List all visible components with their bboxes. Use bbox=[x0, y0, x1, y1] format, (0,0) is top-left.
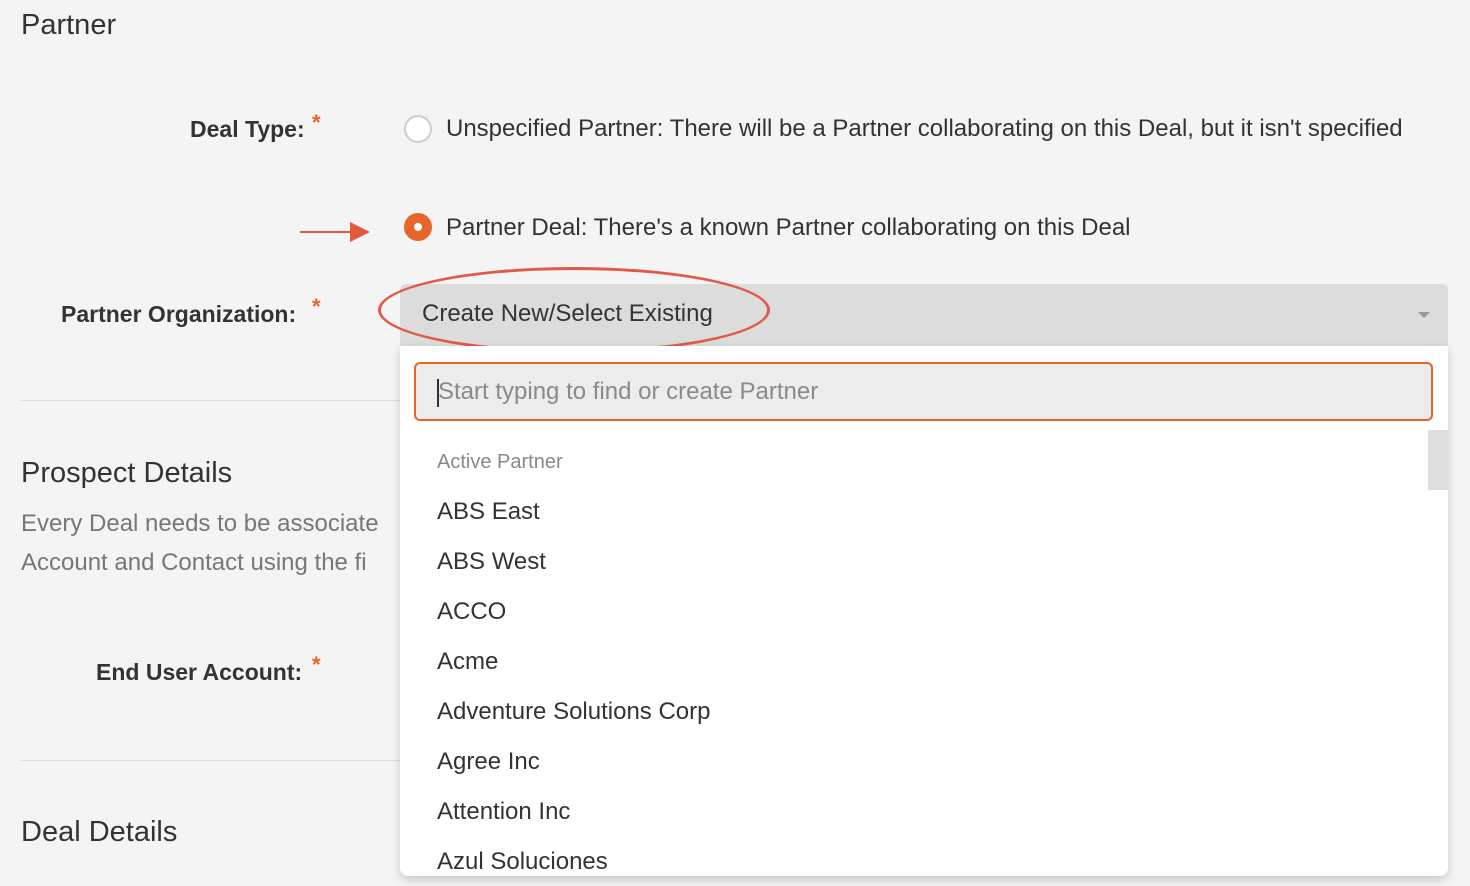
partner-option[interactable]: Acme bbox=[400, 641, 1420, 691]
deal-type-label: Deal Type: bbox=[190, 116, 305, 142]
text-cursor bbox=[437, 379, 439, 407]
partner-option[interactable]: Azul Soluciones bbox=[400, 841, 1420, 876]
end-user-account-label: End User Account: bbox=[96, 659, 303, 685]
partner-option[interactable]: Agree Inc bbox=[400, 741, 1420, 791]
dropdown-scrollbar[interactable] bbox=[1428, 430, 1448, 876]
partner-deal-label[interactable]: Partner Deal: There's a known Partner co… bbox=[446, 208, 1131, 247]
partner-option[interactable]: ACCO bbox=[400, 591, 1420, 641]
prospect-details-description-line2: Account and Contact using the fi bbox=[21, 549, 367, 576]
prospect-details-description-line1: Every Deal needs to be associate bbox=[21, 510, 379, 537]
annotation-highlight-ellipse bbox=[378, 267, 770, 353]
deal-details-title: Deal Details bbox=[21, 816, 178, 848]
partner-section-title: Partner bbox=[21, 9, 117, 41]
deal-type-required-mark: * bbox=[312, 110, 321, 135]
partner-option[interactable]: Adventure Solutions Corp bbox=[400, 691, 1420, 741]
chevron-down-icon[interactable] bbox=[1418, 312, 1430, 318]
annotation-arrow-icon bbox=[350, 222, 370, 242]
section-divider bbox=[21, 760, 400, 761]
partner-option-list: ABS East ABS West ACCO Acme Adventure So… bbox=[400, 491, 1420, 876]
dropdown-scroll-thumb[interactable] bbox=[1428, 430, 1448, 490]
unspecified-partner-radio[interactable] bbox=[404, 115, 432, 143]
section-divider bbox=[21, 400, 400, 401]
partner-option[interactable]: ABS East bbox=[400, 491, 1420, 541]
partner-option[interactable]: Attention Inc bbox=[400, 791, 1420, 841]
partner-search-input[interactable] bbox=[414, 362, 1433, 421]
partner-dropdown-panel: Active Partner ABS East ABS West ACCO Ac… bbox=[400, 346, 1448, 876]
prospect-details-title: Prospect Details bbox=[21, 457, 233, 489]
partner-deal-radio[interactable] bbox=[404, 213, 432, 241]
end-user-account-required-mark: * bbox=[312, 652, 321, 677]
partner-option[interactable]: ABS West bbox=[400, 541, 1420, 591]
dropdown-group-label: Active Partner bbox=[437, 451, 563, 473]
unspecified-partner-label[interactable]: Unspecified Partner: There will be a Par… bbox=[446, 109, 1436, 148]
partner-organization-label: Partner Organization: bbox=[61, 301, 297, 327]
partner-organization-required-mark: * bbox=[312, 294, 321, 319]
annotation-arrow-shaft bbox=[300, 231, 352, 233]
